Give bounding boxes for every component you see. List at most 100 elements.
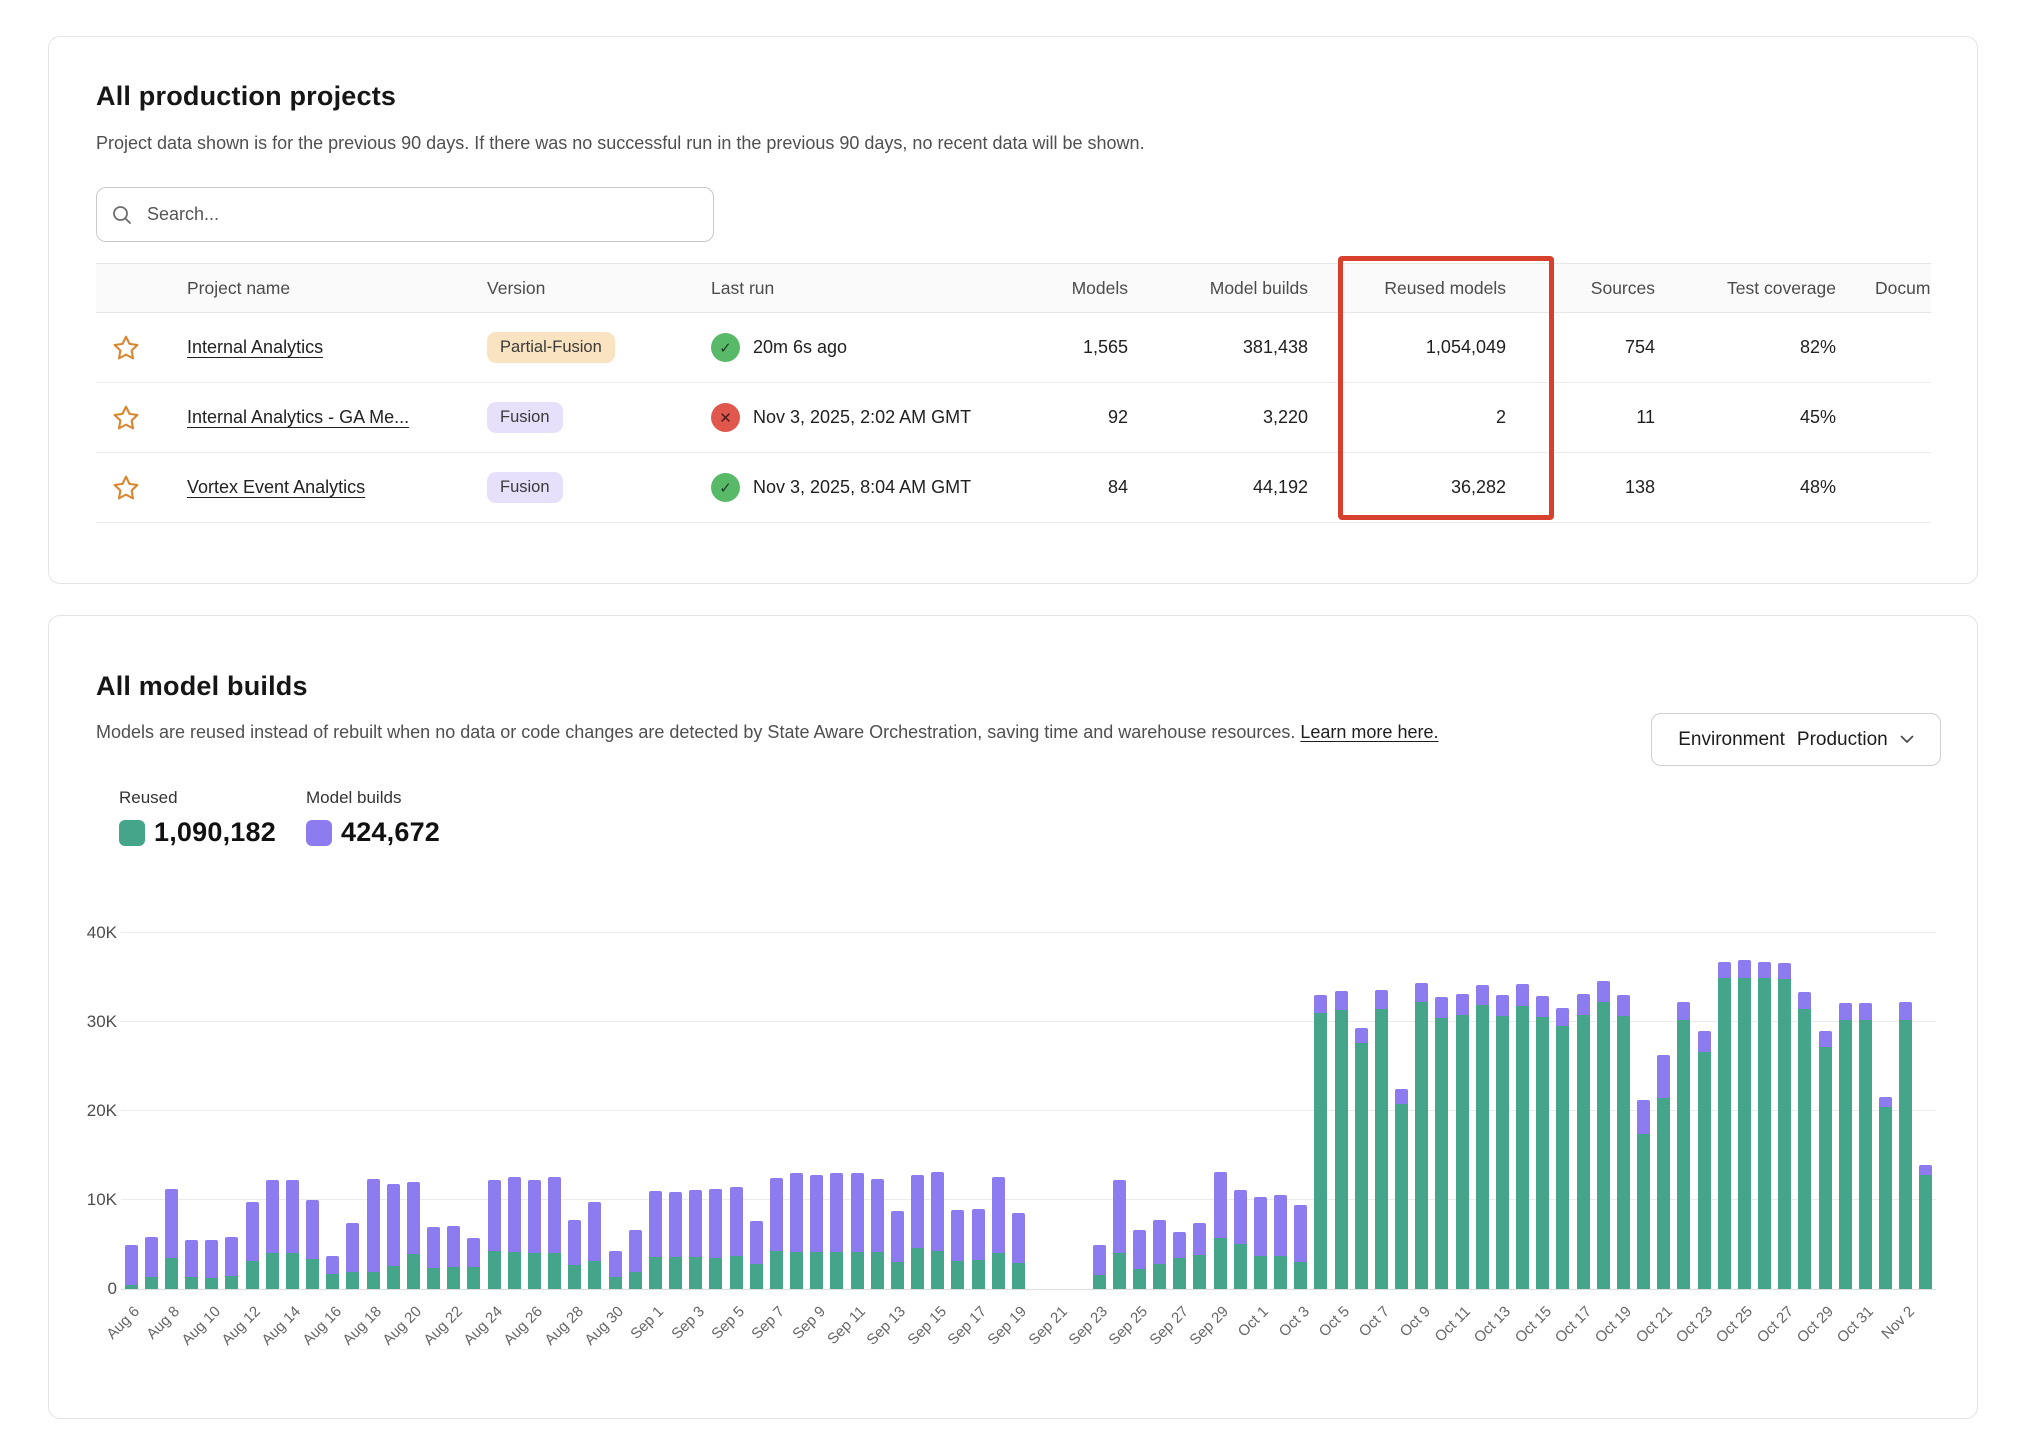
bar-builds-Oct 27[interactable] <box>1778 963 1791 979</box>
bar-reused-Sep 16[interactable] <box>951 1261 964 1289</box>
bar-builds-Nov 1[interactable] <box>1879 1097 1892 1108</box>
bar-reused-Aug 11[interactable] <box>225 1276 238 1289</box>
bar-builds-Oct 25[interactable] <box>1738 960 1751 978</box>
favorite-star-icon[interactable] <box>111 333 141 363</box>
bar-reused-Aug 26[interactable] <box>528 1253 541 1289</box>
bar-builds-Sep 10[interactable] <box>830 1173 843 1251</box>
bar-builds-Oct 16[interactable] <box>1556 1008 1569 1027</box>
bar-reused-Sep 14[interactable] <box>911 1248 924 1289</box>
bar-builds-Sep 4[interactable] <box>709 1189 722 1258</box>
bar-reused-Oct 14[interactable] <box>1516 1006 1529 1289</box>
bar-reused-Oct 4[interactable] <box>1314 1013 1327 1289</box>
bar-builds-Sep 5[interactable] <box>730 1187 743 1256</box>
bar-builds-Oct 6[interactable] <box>1355 1028 1368 1043</box>
search-input[interactable] <box>96 187 714 242</box>
bar-builds-Sep 28[interactable] <box>1193 1223 1206 1255</box>
bar-builds-Oct 20[interactable] <box>1637 1100 1650 1134</box>
bar-reused-Oct 15[interactable] <box>1536 1017 1549 1289</box>
bar-builds-Aug 23[interactable] <box>467 1238 480 1267</box>
bar-builds-Sep 15[interactable] <box>931 1172 944 1251</box>
bar-reused-Sep 19[interactable] <box>1012 1263 1025 1289</box>
bar-reused-Aug 10[interactable] <box>205 1278 218 1289</box>
bar-reused-Oct 29[interactable] <box>1819 1047 1832 1289</box>
bar-builds-Oct 8[interactable] <box>1395 1089 1408 1104</box>
bar-reused-Oct 28[interactable] <box>1798 1009 1811 1289</box>
bar-reused-Oct 16[interactable] <box>1556 1026 1569 1289</box>
bar-builds-Aug 25[interactable] <box>508 1177 521 1252</box>
bar-builds-Sep 25[interactable] <box>1133 1230 1146 1268</box>
bar-builds-Oct 17[interactable] <box>1577 994 1590 1015</box>
bar-reused-Oct 1[interactable] <box>1254 1256 1267 1289</box>
bar-builds-Aug 8[interactable] <box>165 1189 178 1258</box>
bar-builds-Aug 21[interactable] <box>427 1227 440 1268</box>
bar-builds-Oct 3[interactable] <box>1294 1205 1307 1262</box>
bar-reused-Oct 23[interactable] <box>1698 1052 1711 1289</box>
bar-reused-Aug 24[interactable] <box>488 1251 501 1289</box>
bar-builds-Sep 13[interactable] <box>891 1211 904 1263</box>
bar-builds-Sep 7[interactable] <box>770 1178 783 1251</box>
bar-builds-Oct 4[interactable] <box>1314 995 1327 1013</box>
bar-reused-Sep 10[interactable] <box>830 1252 843 1289</box>
bar-builds-Sep 23[interactable] <box>1093 1245 1106 1275</box>
bar-reused-Sep 13[interactable] <box>891 1262 904 1289</box>
bar-builds-Aug 14[interactable] <box>286 1180 299 1253</box>
bar-reused-Aug 29[interactable] <box>588 1261 601 1290</box>
bar-builds-Sep 11[interactable] <box>851 1173 864 1251</box>
bar-builds-Oct 10[interactable] <box>1435 997 1448 1018</box>
bar-reused-Oct 17[interactable] <box>1577 1015 1590 1289</box>
bar-builds-Aug 24[interactable] <box>488 1180 501 1250</box>
bar-reused-Oct 22[interactable] <box>1677 1020 1690 1289</box>
bar-builds-Oct 19[interactable] <box>1617 995 1630 1016</box>
bar-builds-Aug 27[interactable] <box>548 1177 561 1253</box>
bar-builds-Aug 11[interactable] <box>225 1237 238 1275</box>
bar-reused-Aug 27[interactable] <box>548 1253 561 1290</box>
bar-reused-Oct 24[interactable] <box>1718 978 1731 1289</box>
learn-more-link[interactable]: Learn more here. <box>1300 722 1438 742</box>
bar-reused-Sep 26[interactable] <box>1153 1264 1166 1289</box>
bar-reused-Sep 18[interactable] <box>992 1253 1005 1289</box>
bar-builds-Nov 2[interactable] <box>1899 1002 1912 1020</box>
bar-builds-Sep 18[interactable] <box>992 1177 1005 1254</box>
bar-builds-Sep 2[interactable] <box>669 1192 682 1257</box>
bar-builds-Aug 6[interactable] <box>125 1245 138 1286</box>
bar-builds-Oct 29[interactable] <box>1819 1031 1832 1047</box>
bar-reused-Sep 28[interactable] <box>1193 1255 1206 1289</box>
bar-builds-Oct 24[interactable] <box>1718 962 1731 978</box>
bar-builds-Oct 9[interactable] <box>1415 983 1428 1002</box>
bar-reused-Oct 6[interactable] <box>1355 1043 1368 1289</box>
bar-builds-Oct 7[interactable] <box>1375 990 1388 1009</box>
bar-reused-Oct 31[interactable] <box>1859 1020 1872 1289</box>
favorite-star-icon[interactable] <box>111 403 141 433</box>
bar-reused-Oct 25[interactable] <box>1738 978 1751 1290</box>
bar-builds-Aug 13[interactable] <box>266 1180 279 1252</box>
bar-reused-Sep 4[interactable] <box>709 1258 722 1289</box>
project-name-link[interactable]: Vortex Event Analytics <box>187 477 365 498</box>
bar-reused-Oct 8[interactable] <box>1395 1104 1408 1289</box>
bar-reused-Oct 10[interactable] <box>1435 1018 1448 1289</box>
bar-reused-Oct 11[interactable] <box>1456 1015 1469 1289</box>
bar-reused-Sep 23[interactable] <box>1093 1275 1106 1289</box>
bar-builds-Oct 26[interactable] <box>1758 962 1771 979</box>
project-name-link[interactable]: Internal Analytics <box>187 337 323 358</box>
bar-reused-Oct 20[interactable] <box>1637 1134 1650 1289</box>
bar-builds-Oct 14[interactable] <box>1516 984 1529 1006</box>
bar-builds-Oct 23[interactable] <box>1698 1031 1711 1052</box>
bar-builds-Oct 30[interactable] <box>1839 1003 1852 1020</box>
bar-reused-Aug 23[interactable] <box>467 1267 480 1289</box>
bar-reused-Oct 27[interactable] <box>1778 979 1791 1289</box>
bar-reused-Aug 13[interactable] <box>266 1253 279 1290</box>
bar-builds-Sep 26[interactable] <box>1153 1220 1166 1265</box>
bar-builds-Sep 9[interactable] <box>810 1175 823 1252</box>
bar-reused-Aug 28[interactable] <box>568 1265 581 1289</box>
bar-reused-Sep 7[interactable] <box>770 1251 783 1289</box>
bar-builds-Sep 16[interactable] <box>951 1210 964 1262</box>
bar-builds-Sep 19[interactable] <box>1012 1213 1025 1264</box>
bar-builds-Aug 17[interactable] <box>346 1223 359 1272</box>
bar-builds-Sep 29[interactable] <box>1214 1172 1227 1239</box>
bar-reused-Aug 9[interactable] <box>185 1277 198 1289</box>
bar-reused-Aug 6[interactable] <box>125 1285 138 1289</box>
bar-reused-Sep 30[interactable] <box>1234 1244 1247 1289</box>
bar-reused-Oct 18[interactable] <box>1597 1002 1610 1289</box>
bar-reused-Aug 18[interactable] <box>367 1272 380 1289</box>
bar-reused-Aug 14[interactable] <box>286 1253 299 1290</box>
